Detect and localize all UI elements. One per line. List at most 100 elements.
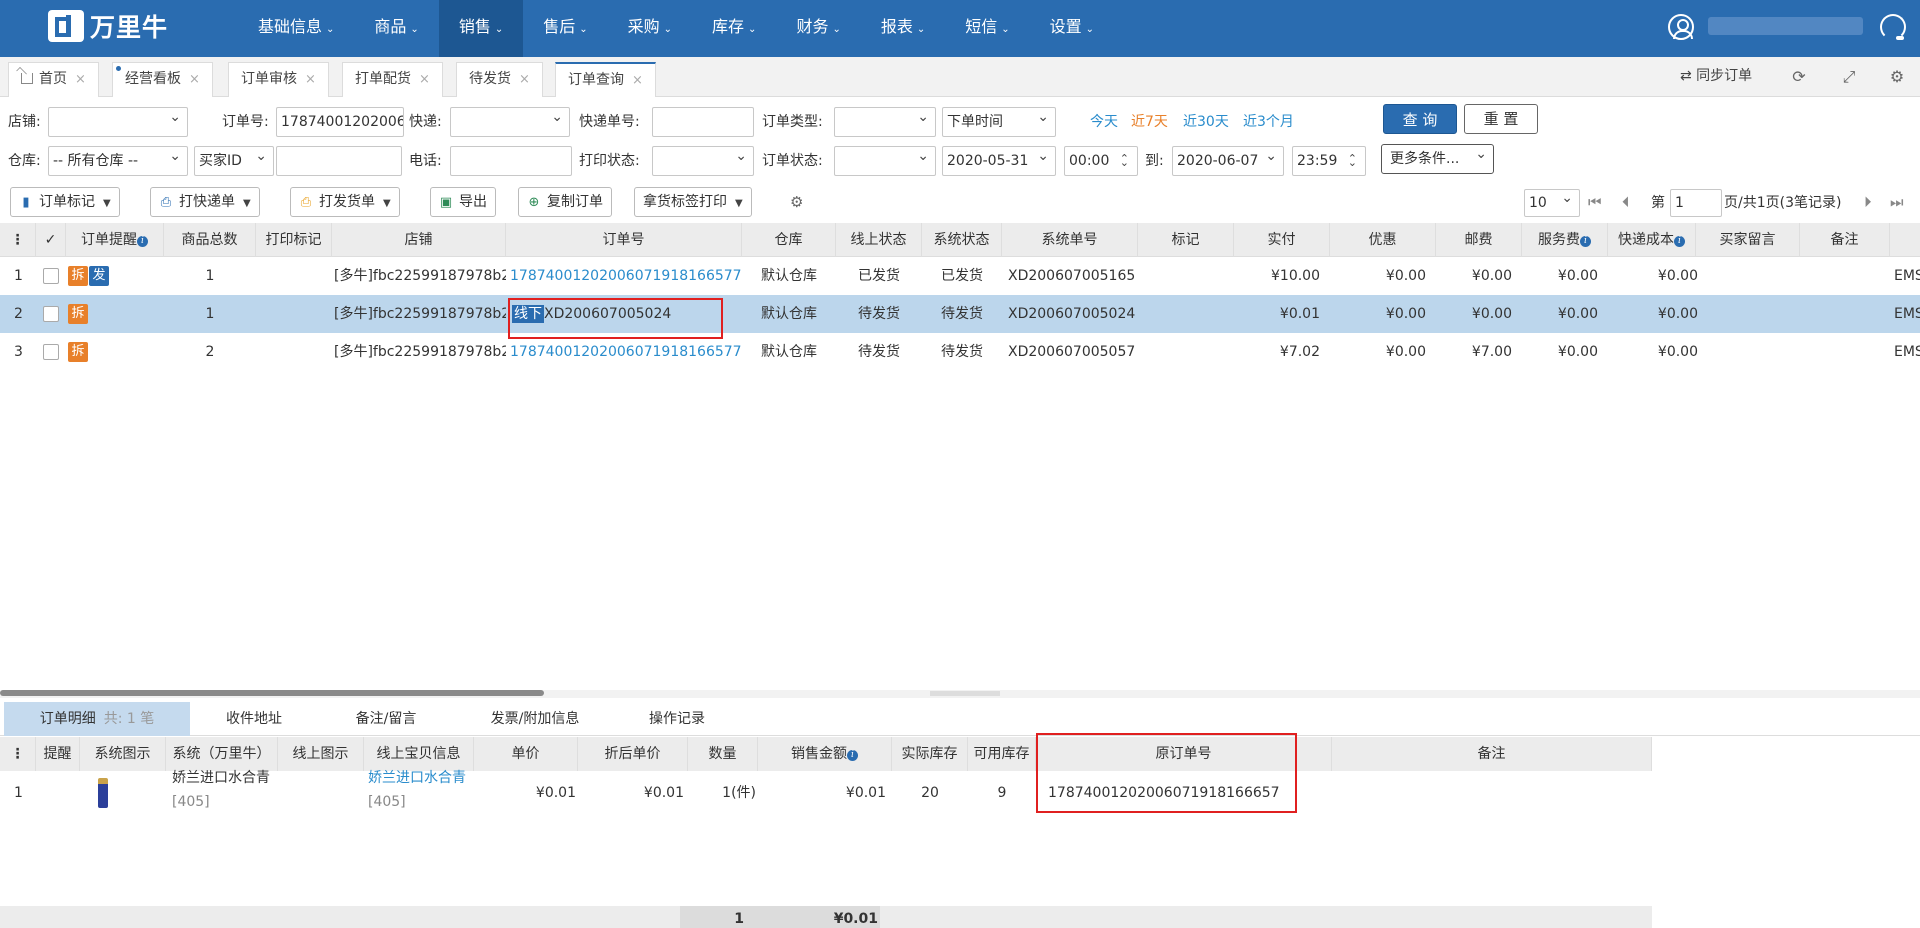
menu-item-finance[interactable]: 财务 ⌄ — [776, 0, 860, 57]
warehouse-select[interactable]: -- 所有仓库 -- — [48, 146, 188, 176]
print-status-select[interactable] — [652, 146, 754, 176]
order-no-link[interactable]: 17874001202006071918166577 — [510, 333, 742, 371]
shop-select[interactable] — [48, 107, 188, 137]
refresh-icon[interactable]: ⟳ — [1790, 68, 1808, 86]
table-row[interactable]: 1 拆发 1 [多牛]fbc22599187978b24e 1787400120… — [0, 257, 1920, 295]
col-system-no[interactable]: 系统单号 — [1002, 223, 1138, 257]
time-type-select[interactable]: 下单时间 — [942, 107, 1056, 137]
copy-order-button[interactable]: ⊕ 复制订单 — [518, 187, 612, 217]
menu-item-basic-info[interactable]: 基础信息 ⌄ — [238, 0, 354, 57]
table-row-selected[interactable]: 2 拆 1 [多牛]fbc22599187978b24e 线下XD2006070… — [0, 295, 1920, 333]
col-detail-remark[interactable]: 备注 — [1332, 737, 1652, 771]
column-menu-icon[interactable]: ⋮ — [0, 737, 36, 771]
user-icon[interactable] — [1668, 14, 1694, 40]
splitter-handle[interactable] — [930, 691, 1000, 696]
row-checkbox[interactable] — [43, 306, 59, 322]
tab-invoice-info[interactable]: 发票/附加信息 — [474, 702, 596, 736]
quick-today-link[interactable]: 今天 — [1090, 112, 1118, 132]
col-sales-amount[interactable]: 销售金额 i — [758, 737, 892, 771]
col-paid[interactable]: 实付 — [1234, 223, 1330, 257]
close-icon[interactable]: × — [419, 72, 430, 87]
app-logo[interactable]: 万里牛 — [48, 9, 168, 43]
order-no-input[interactable]: 17874001202006 — [276, 107, 404, 137]
date-to-picker[interactable]: 2020-06-07 — [1172, 146, 1284, 176]
more-conditions-dropdown[interactable]: 更多条件... — [1381, 140, 1494, 174]
col-unit-price[interactable]: 单价 — [474, 737, 578, 771]
quick-30days-link[interactable]: 近30天 — [1183, 112, 1229, 132]
menu-item-sms[interactable]: 短信 ⌄ — [945, 0, 1029, 57]
user-name-redacted[interactable] — [1708, 17, 1863, 35]
headset-icon[interactable] — [1880, 14, 1906, 40]
pick-label-print-button[interactable]: 拿货标签打印 ▼ — [634, 187, 752, 217]
menu-item-reports[interactable]: 报表 ⌄ — [861, 0, 945, 57]
column-menu-icon[interactable]: ⋮ — [0, 223, 36, 257]
gear-icon[interactable]: ⚙ — [790, 192, 803, 212]
first-page-icon[interactable]: ⏮ — [1588, 192, 1602, 212]
date-from-picker[interactable]: 2020-05-31 — [942, 146, 1056, 176]
order-type-select[interactable] — [834, 107, 936, 137]
col-print-mark[interactable]: 打印标记 — [256, 223, 332, 257]
query-button[interactable]: 查 询 — [1383, 104, 1457, 134]
col-service-fee[interactable]: 服务费 i — [1522, 223, 1608, 257]
last-page-icon[interactable]: ⏭ — [1890, 192, 1904, 212]
col-warehouse[interactable]: 仓库 — [742, 223, 836, 257]
select-all-checkbox[interactable]: ✓ — [36, 223, 66, 257]
col-order-reminder[interactable]: 订单提醒 i — [66, 223, 164, 257]
col-online-image[interactable]: 线上图示 — [278, 737, 364, 771]
express-no-input[interactable] — [652, 107, 754, 137]
express-select[interactable] — [450, 107, 570, 137]
tab-home[interactable]: 首页 × — [8, 62, 99, 97]
horizontal-scrollbar[interactable] — [0, 690, 1920, 698]
row-checkbox[interactable] — [43, 344, 59, 360]
col-mark[interactable]: 标记 — [1138, 223, 1234, 257]
menu-item-sales[interactable]: 销售 ⌄ — [438, 0, 524, 57]
tab-dashboard[interactable]: 经营看板 × — [112, 62, 213, 97]
tab-print-pick[interactable]: 打单配货 × — [342, 62, 443, 97]
export-button[interactable]: ▣ 导出 — [430, 187, 496, 217]
online-product-link[interactable]: 娇兰进口水合青 — [368, 768, 474, 788]
col-shop[interactable]: 店铺 — [332, 223, 506, 257]
order-mark-button[interactable]: ▮ 订单标记 ▼ — [10, 187, 120, 217]
quick-7days-link[interactable]: 近7天 — [1131, 112, 1168, 132]
col-order-no[interactable]: 订单号 — [506, 223, 742, 257]
scrollbar-thumb[interactable] — [0, 690, 544, 696]
reset-button[interactable]: 重 置 — [1464, 104, 1538, 134]
col-actual-stock[interactable]: 实际库存 — [892, 737, 968, 771]
prev-page-icon[interactable]: ⏴ — [1622, 192, 1630, 212]
sync-orders-button[interactable]: ⇄ 同步订单 — [1680, 65, 1752, 85]
tab-order-query[interactable]: 订单查询 × — [555, 62, 656, 97]
col-buyer-message[interactable]: 买家留言 — [1696, 223, 1800, 257]
fullscreen-icon[interactable]: ⤢ — [1840, 68, 1858, 86]
close-icon[interactable]: × — [305, 72, 316, 87]
menu-item-inventory[interactable]: 库存 ⌄ — [692, 0, 776, 57]
col-quantity[interactable]: 数量 — [688, 737, 758, 771]
col-online-product[interactable]: 线上宝贝信息 — [364, 737, 474, 771]
order-no-link[interactable]: 17874001202006071918166577 — [510, 257, 742, 295]
close-icon[interactable]: × — [632, 73, 643, 88]
tab-order-detail[interactable]: 订单明细 共: 1 笔 — [4, 702, 190, 736]
col-reminder[interactable]: 提醒 — [36, 737, 80, 771]
phone-input[interactable] — [450, 146, 572, 176]
close-icon[interactable]: × — [75, 72, 86, 87]
page-number-input[interactable]: 1 — [1670, 189, 1722, 217]
row-checkbox[interactable] — [43, 268, 59, 284]
menu-item-goods[interactable]: 商品 ⌄ — [354, 0, 438, 57]
time-from-spinner[interactable]: 00:00 — [1064, 146, 1138, 176]
col-online-status[interactable]: 线上状态 — [836, 223, 922, 257]
close-icon[interactable]: × — [189, 72, 200, 87]
gear-icon[interactable]: ⚙ — [1888, 68, 1906, 86]
tab-shipping-address[interactable]: 收件地址 — [206, 702, 302, 736]
table-row[interactable]: 3 拆 2 [多牛]fbc22599187978b24e 17874001202… — [0, 333, 1920, 371]
tab-order-review[interactable]: 订单审核 × — [228, 62, 329, 97]
col-system-image[interactable]: 系统图示 — [80, 737, 166, 771]
buyer-id-select[interactable]: 买家ID — [194, 146, 274, 176]
product-thumbnail[interactable] — [98, 778, 108, 808]
order-status-select[interactable] — [834, 146, 936, 176]
menu-item-purchase[interactable]: 采购 ⌄ — [608, 0, 692, 57]
menu-item-settings[interactable]: 设置 ⌄ — [1030, 0, 1114, 57]
col-available-stock[interactable]: 可用库存 — [968, 737, 1036, 771]
time-to-spinner[interactable]: 23:59 — [1292, 146, 1366, 176]
menu-item-after-sales[interactable]: 售后 ⌄ — [523, 0, 607, 57]
col-remark[interactable]: 备注 — [1800, 223, 1890, 257]
col-goods-total[interactable]: 商品总数 — [164, 223, 256, 257]
